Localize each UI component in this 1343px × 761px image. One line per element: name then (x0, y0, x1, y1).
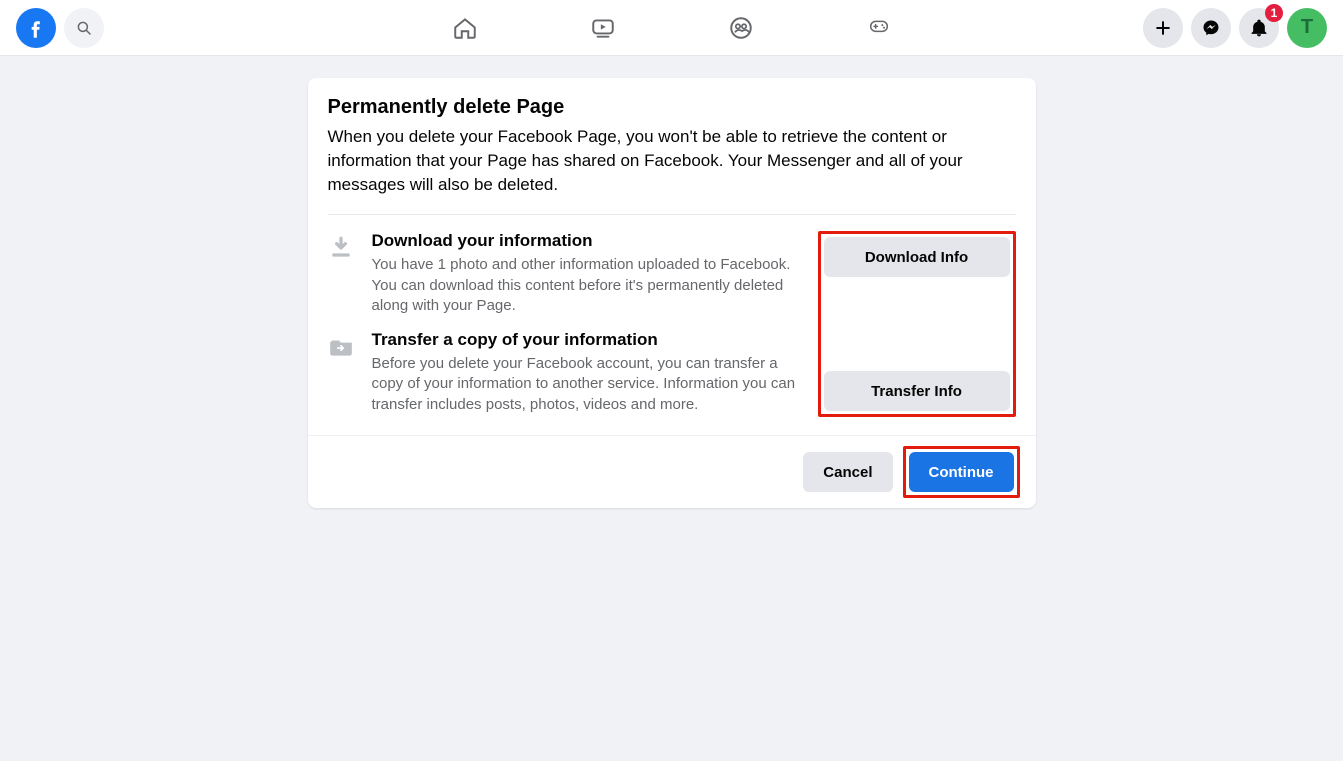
cancel-button[interactable]: Cancel (803, 452, 892, 492)
continue-button[interactable]: Continue (909, 452, 1014, 492)
download-description: You have 1 photo and other information u… (372, 255, 798, 316)
download-row: Download your information You have 1 pho… (328, 231, 798, 316)
action-highlight: Download Info Transfer Info (818, 231, 1016, 417)
card-title: Permanently delete Page (328, 96, 1016, 119)
card-footer: Cancel Continue (308, 435, 1036, 508)
create-button[interactable] (1143, 8, 1183, 48)
top-nav: 1 T (0, 0, 1343, 56)
groups-icon (728, 15, 754, 41)
plus-icon (1153, 18, 1173, 38)
messenger-icon (1201, 18, 1221, 38)
search-icon (75, 19, 93, 37)
notifications-button[interactable]: 1 (1239, 8, 1279, 48)
watch-icon (590, 15, 616, 41)
bell-icon (1249, 18, 1269, 38)
download-info-button[interactable]: Download Info (824, 237, 1010, 277)
nav-watch[interactable] (589, 14, 617, 42)
transfer-icon (328, 334, 358, 365)
nav-gaming[interactable] (865, 14, 893, 42)
facebook-icon (23, 15, 49, 41)
download-text: Download your information You have 1 pho… (372, 231, 798, 316)
transfer-description: Before you delete your Facebook account,… (372, 354, 798, 415)
profile-avatar[interactable]: T (1287, 8, 1327, 48)
gaming-icon (865, 18, 893, 38)
home-icon (452, 15, 478, 41)
download-title: Download your information (372, 231, 798, 251)
transfer-text: Transfer a copy of your information Befo… (372, 330, 798, 415)
continue-highlight: Continue (903, 446, 1020, 498)
top-nav-left (16, 8, 104, 48)
nav-home[interactable] (451, 14, 479, 42)
transfer-info-button[interactable]: Transfer Info (824, 371, 1010, 411)
card-description: When you delete your Facebook Page, you … (328, 125, 1016, 196)
transfer-row: Transfer a copy of your information Befo… (328, 330, 798, 415)
top-nav-center (451, 0, 893, 56)
page: Permanently delete Page When you delete … (0, 56, 1343, 508)
divider (328, 214, 1016, 215)
top-nav-right: 1 T (1143, 8, 1327, 48)
action-column: Download Info Transfer Info (818, 231, 1016, 417)
download-icon (328, 235, 358, 266)
card-body: Permanently delete Page When you delete … (308, 78, 1036, 435)
notifications-badge: 1 (1265, 4, 1283, 22)
messenger-button[interactable] (1191, 8, 1231, 48)
facebook-logo[interactable] (16, 8, 56, 48)
delete-page-card: Permanently delete Page When you delete … (308, 78, 1036, 508)
transfer-title: Transfer a copy of your information (372, 330, 798, 350)
nav-groups[interactable] (727, 14, 755, 42)
search-button[interactable] (64, 8, 104, 48)
